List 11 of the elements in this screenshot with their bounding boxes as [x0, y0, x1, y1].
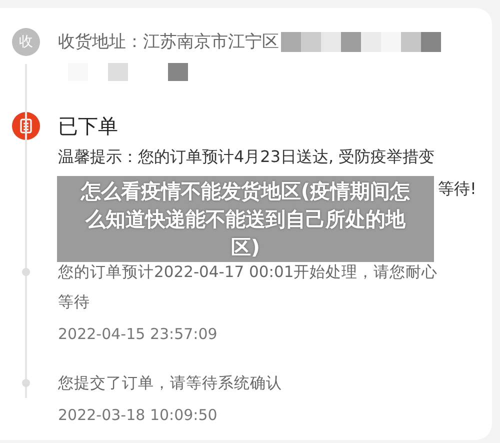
address-text: 收货地址：江苏南京市江宁区	[58, 31, 279, 54]
event-text: 您提交了订单，请等待系统确认	[58, 373, 283, 394]
event-time: 2022-04-15 23:57:09	[58, 324, 218, 345]
event-time: 2022-03-18 10:09:50	[58, 405, 218, 426]
address-badge: 收	[12, 28, 40, 56]
tip-text: 等待!	[438, 178, 476, 200]
article-title-banner: 怎么看疫情不能发货地区(疫情期间怎么知道快递能不能送到自己所处的地区)	[57, 176, 434, 262]
event-text: 您的订单预计2022-04-17 00:01开始处理，请您耐心等待	[58, 262, 439, 313]
tip-text: 温馨提示：您的订单预计4月23日送达, 受防疫举措变	[58, 146, 436, 168]
status-title: 已下单	[58, 113, 119, 140]
clipboard-icon	[12, 112, 40, 140]
